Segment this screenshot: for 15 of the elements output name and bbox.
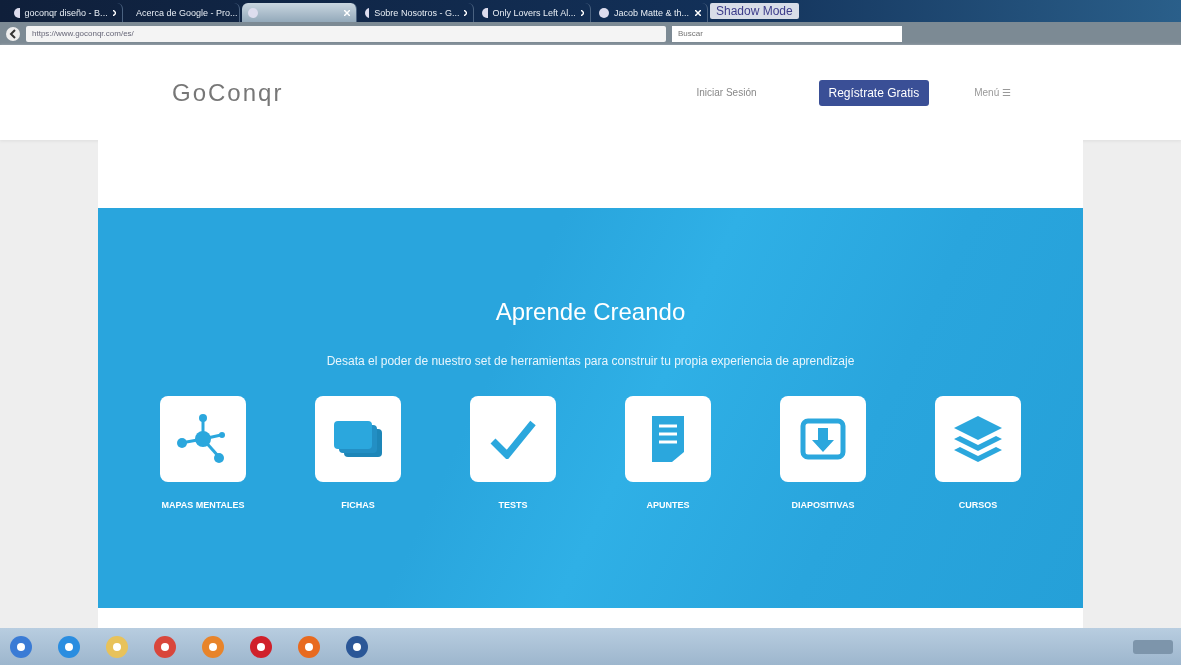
- document-icon: [650, 414, 686, 464]
- menu-link[interactable]: Menú ☰: [974, 87, 1011, 98]
- search-field[interactable]: Buscar: [672, 25, 902, 42]
- back-icon[interactable]: [6, 26, 20, 41]
- login-link[interactable]: Iniciar Sesión: [696, 87, 757, 98]
- layers-icon: [952, 414, 1004, 464]
- address-bar[interactable]: https://www.goconqr.com/es/: [26, 25, 666, 42]
- hero-title: Aprende Creando: [495, 298, 686, 326]
- download-icon: [800, 418, 846, 460]
- logo[interactable]: GoConqr: [172, 78, 284, 107]
- hero-subtitle: Desata el poder de nuestro set de herramientas para construir tu propia experiencia de aprendizaje: [326, 354, 855, 368]
- checkmark-icon: [489, 419, 537, 459]
- signup-button[interactable]: Regístrate Gratis: [818, 79, 930, 106]
- mode-badge: Shadow Mode: [710, 3, 799, 19]
- cards-icon: [332, 419, 384, 459]
